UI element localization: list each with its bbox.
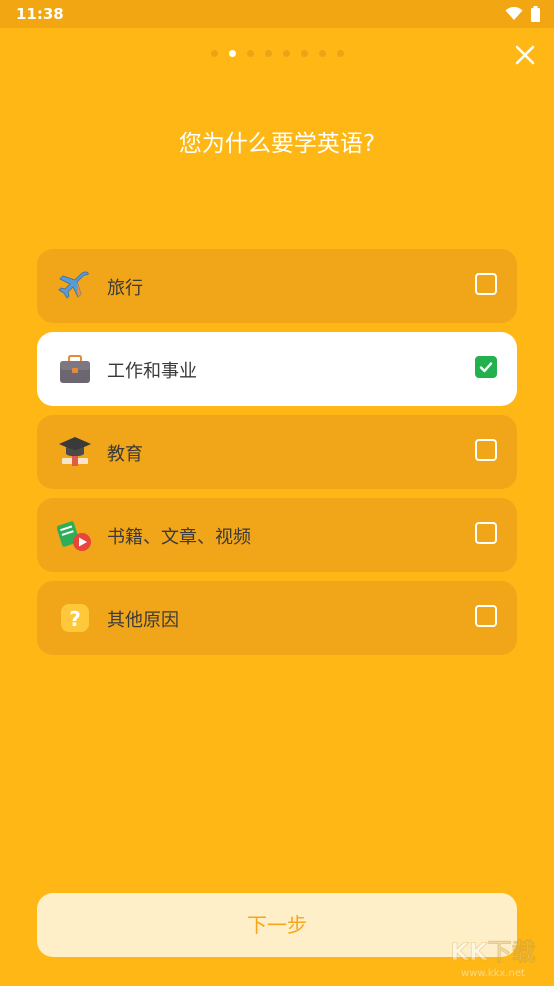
- option-checkbox[interactable]: [475, 273, 497, 295]
- briefcase-icon: [60, 355, 90, 383]
- checkmark-icon: [479, 362, 493, 373]
- graduation-cap-icon: [59, 437, 91, 466]
- page-dot: [264, 50, 272, 57]
- watermark-logo: KK下载 www.kkx.net: [450, 938, 536, 979]
- page-dot-active: [228, 50, 236, 57]
- question-icon: ?: [61, 604, 89, 632]
- option-books-articles-videos[interactable]: 书籍、文章、视频: [37, 498, 517, 572]
- reason-options-list: 旅行 工作和事业 教育 书籍、文章、视频 ? 其他原因: [37, 249, 517, 664]
- page-dot: [318, 50, 326, 57]
- option-travel[interactable]: 旅行: [37, 249, 517, 323]
- page-dot: [336, 50, 344, 57]
- page-dot: [282, 50, 290, 57]
- option-label: 书籍、文章、视频: [107, 527, 251, 548]
- option-other-reasons[interactable]: ? 其他原因: [37, 581, 517, 655]
- page-dot: [300, 50, 308, 57]
- option-education[interactable]: 教育: [37, 415, 517, 489]
- status-time: 11:38: [16, 5, 64, 23]
- close-icon[interactable]: [514, 44, 536, 66]
- option-label: 教育: [107, 444, 143, 465]
- status-bar: 11:38: [0, 0, 554, 28]
- option-checkbox-checked[interactable]: [475, 356, 497, 378]
- option-label: 工作和事业: [107, 361, 197, 382]
- svg-text:?: ?: [69, 607, 81, 631]
- page-indicator: [0, 50, 554, 57]
- page-dot: [246, 50, 254, 57]
- option-checkbox[interactable]: [475, 605, 497, 627]
- status-icons: [505, 6, 540, 22]
- option-checkbox[interactable]: [475, 439, 497, 461]
- option-label: 旅行: [107, 278, 143, 299]
- wifi-icon: [505, 7, 523, 20]
- airplane-icon: [58, 271, 89, 299]
- option-label: 其他原因: [107, 610, 179, 631]
- books-video-icon: [57, 521, 91, 551]
- page-dot: [210, 50, 218, 57]
- option-checkbox[interactable]: [475, 522, 497, 544]
- watermark-text: KK下载: [450, 938, 535, 966]
- battery-icon: [531, 6, 540, 22]
- watermark-url: www.kkx.net: [461, 968, 525, 979]
- option-work-career[interactable]: 工作和事业: [37, 332, 517, 406]
- page-title: 您为什么要学英语?: [178, 131, 376, 157]
